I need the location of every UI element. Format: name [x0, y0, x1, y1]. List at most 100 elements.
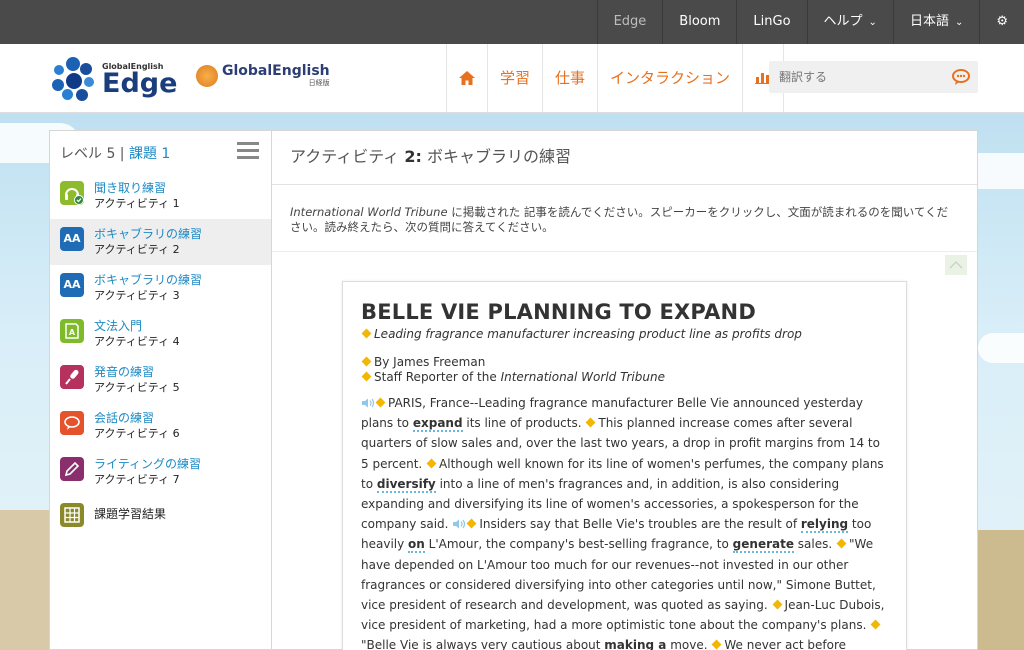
home-icon [459, 71, 475, 85]
sidebar-item-sub: アクティビティ 3 [94, 289, 180, 302]
sentence-text: its line of products. [462, 416, 586, 431]
sidebar-item-activity-2[interactable]: AA ボキャブラリの練習 アクティビティ 2 [50, 219, 271, 265]
hamburger-menu-icon[interactable] [237, 142, 259, 160]
audio-marker-icon[interactable] [466, 518, 477, 529]
ge-logo-sub: 日経版 [308, 79, 330, 87]
edge-logo[interactable]: GlobalEnglish Edge [52, 56, 177, 102]
sidebar-item-sub: アクティビティ 1 [94, 197, 180, 210]
sidebar-item-title: ボキャブラリの練習 [94, 273, 203, 287]
sidebar-item-title: 課題学習結果 [94, 507, 167, 521]
sidebar-item-sub: アクティビティ 2 [94, 243, 180, 256]
translate-search [769, 61, 978, 93]
nav-learning[interactable]: 学習 [487, 44, 542, 112]
vocab-word-generate[interactable]: generate [732, 537, 794, 554]
sidebar-item-title: ライティングの練習 [94, 457, 202, 471]
nav-work[interactable]: 仕事 [542, 44, 597, 112]
vocab-word-expand[interactable]: expand [412, 416, 463, 433]
audio-marker-icon[interactable] [361, 356, 372, 367]
activity-name: ボキャブラリの練習 [421, 147, 571, 166]
headphones-icon [60, 181, 84, 205]
sidebar-item-activity-1[interactable]: 聞き取り練習 アクティビティ 1 [50, 173, 271, 219]
top-nav: Edge Bloom LinGo ヘルプ ⌄ 日本語 ⌄ ⚙ [596, 0, 1024, 44]
sidebar-item-title: 聞き取り練習 [94, 181, 167, 195]
chevron-up-icon [949, 260, 963, 269]
help-label: ヘルプ [823, 14, 863, 29]
audio-marker-icon[interactable] [585, 417, 596, 428]
globe-dots-icon [52, 57, 96, 101]
audio-marker-icon[interactable] [361, 328, 372, 339]
audio-marker-icon[interactable] [870, 619, 881, 630]
sidebar-item-sub: アクティビティ 6 [94, 427, 180, 440]
vocabulary-aa-icon: AA [60, 227, 84, 251]
sidebar-item-activity-5[interactable]: 発音の練習 アクティビティ 5 [50, 357, 271, 403]
globalenglish-logo: GlobalEnglish 日経版 [196, 64, 330, 88]
cloud [978, 333, 1024, 363]
audio-marker-icon[interactable] [836, 538, 847, 549]
activity-number: 2: [404, 147, 422, 166]
speech-bubble-icon [60, 411, 84, 435]
collapse-button[interactable] [945, 255, 967, 275]
logo-brand-big: Edge [102, 67, 178, 99]
speaker-icon[interactable] [452, 519, 466, 529]
topnav-language[interactable]: 日本語 ⌄ [892, 0, 979, 44]
city-skyline [0, 510, 49, 650]
top-bar: Edge Bloom LinGo ヘルプ ⌄ 日本語 ⌄ ⚙ [0, 0, 1024, 44]
nav-interaction[interactable]: インタラクション [597, 44, 742, 112]
sidebar-item-title: ボキャブラリの練習 [94, 227, 203, 241]
city-skyline [978, 530, 1024, 650]
article-body: PARIS, France--Leading fragrance manufac… [361, 393, 888, 650]
svg-text:A: A [69, 328, 76, 337]
vocabulary-aa-icon: AA [60, 273, 84, 297]
sentence-text: move. [666, 638, 712, 650]
gear-icon[interactable]: ⚙ [979, 0, 1024, 44]
vocab-word-diversify[interactable]: diversify [376, 476, 436, 493]
sidebar-item-title: 会話の練習 [94, 411, 155, 425]
sentence-text: sales. [793, 537, 837, 552]
translate-bubble-icon[interactable] [952, 69, 970, 85]
sidebar-item-activity-7[interactable]: ライティングの練習 アクティビティ 7 [50, 449, 271, 495]
topnav-edge[interactable]: Edge [596, 0, 663, 44]
topnav-lingo[interactable]: LinGo [736, 0, 806, 44]
sidebar-item-sub: アクティビティ 4 [94, 335, 180, 348]
audio-marker-icon[interactable] [375, 397, 386, 408]
audio-marker-icon[interactable] [772, 599, 782, 610]
vocab-word-on[interactable]: on [408, 537, 425, 554]
speaker-icon[interactable] [361, 398, 375, 408]
sidebar-item-activity-6[interactable]: 会話の練習 アクティビティ 6 [50, 403, 271, 449]
audio-marker-icon[interactable] [711, 639, 722, 650]
topnav-help[interactable]: ヘルプ ⌄ [806, 0, 893, 44]
instructions-publication: International World Tribune [290, 205, 448, 219]
sidebar-item-activity-4[interactable]: A 文法入門 アクティビティ 4 [50, 311, 271, 357]
byline-author: By James Freeman [374, 355, 486, 369]
topnav-bloom[interactable]: Bloom [662, 0, 736, 44]
audio-marker-icon[interactable] [361, 371, 372, 382]
activity-prefix: アクティビティ [290, 147, 405, 166]
task-link[interactable]: 課題 1 [129, 146, 170, 162]
sidebar-item-results[interactable]: 課題学習結果 [50, 495, 271, 541]
sidebar-item-sub: アクティビティ 7 [94, 473, 180, 486]
vocab-word-relying[interactable]: relying [800, 517, 849, 534]
sentence-text: "Belle Vie is always very cautious about [361, 638, 605, 650]
language-label: 日本語 [909, 14, 949, 29]
sentence-text: Insiders say that Belle Vie's troubles a… [479, 517, 801, 532]
byline-publication: International World Tribune [500, 370, 665, 384]
article-headline: BELLE VIE PLANNING TO EXPAND [361, 300, 756, 324]
globalenglish-mark-icon [196, 65, 218, 87]
nav-home[interactable] [446, 44, 487, 112]
grammar-book-icon: A [60, 319, 84, 343]
level-label: レベル 5 | [60, 146, 129, 162]
sidebar-item-activity-3[interactable]: AA ボキャブラリの練習 アクティビティ 3 [50, 265, 271, 311]
activity-title: アクティビティ 2: ボキャブラリの練習 [272, 131, 977, 185]
translate-input[interactable] [769, 61, 939, 93]
vocab-word-making-a[interactable]: making a [604, 638, 667, 650]
pencil-icon [60, 457, 84, 481]
sidebar-item-title: 文法入門 [94, 319, 143, 333]
audio-marker-icon[interactable] [426, 458, 437, 469]
microphone-icon [60, 365, 84, 389]
article-subhead: Leading fragrance manufacturer increasin… [374, 327, 802, 341]
instructions: International World Tribune に掲載された 記事を読ん… [272, 185, 977, 252]
byline-role: Staff Reporter of the [374, 370, 501, 384]
ge-logo-text: GlobalEnglish [222, 63, 330, 79]
sentence-text: L'Amour, the company's best-selling frag… [424, 537, 733, 552]
sidebar-header: レベル 5 | 課題 1 [50, 131, 271, 173]
